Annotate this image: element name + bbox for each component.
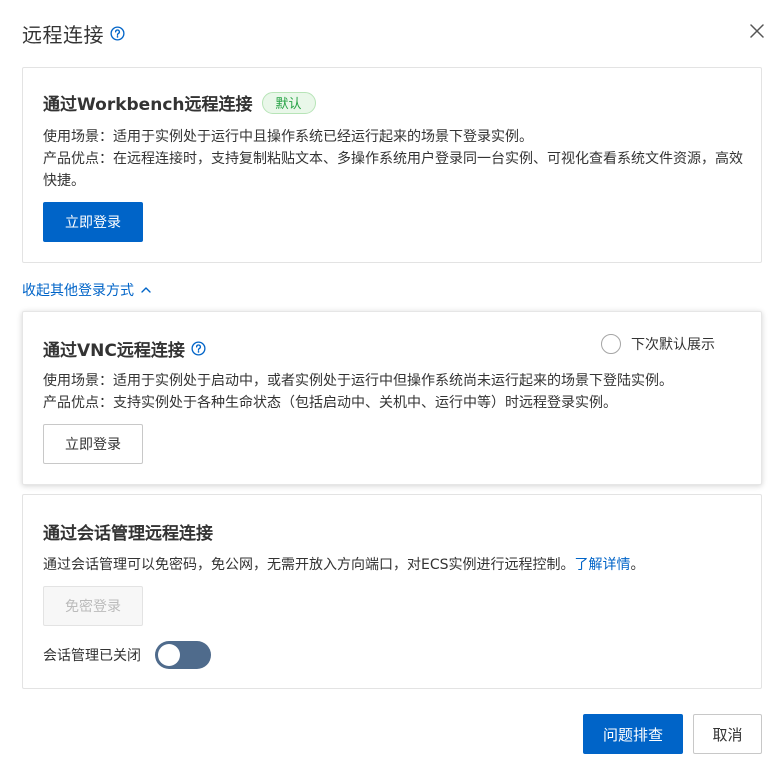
collapse-other-methods-link[interactable]: 收起其他登录方式 [22,280,152,300]
vnc-title: 通过VNC远程连接 [43,341,185,361]
collapse-label: 收起其他登录方式 [22,283,134,299]
session-management-toggle[interactable] [155,641,211,669]
workbench-card: 通过Workbench远程连接 默认 使用场景：适用于实例处于运行中且操作系统已… [22,67,762,263]
chevron-up-icon [141,287,151,293]
vnc-card: 通过VNC远程连接 下次默认展示 使用场景：适用于实例处于启动中，或者实例处于运… [22,311,762,485]
vnc-login-button[interactable]: 立即登录 [43,424,143,464]
session-title-row: 通过会话管理远程连接 [43,519,213,544]
learn-more-link[interactable]: 了解详情 [575,557,631,573]
workbench-description: 使用场景：适用于实例处于运行中且操作系统已经运行起来的场景下登录实例。 产品优点… [43,126,743,192]
session-toggle-label: 会话管理已关闭 [43,648,141,664]
close-icon [750,24,764,38]
troubleshoot-button[interactable]: 问题排查 [583,714,683,754]
vnc-title-row: 通过VNC远程连接 [43,336,206,361]
toggle-knob [158,644,180,666]
workbench-title-row: 通过Workbench远程连接 默认 [43,90,316,115]
cancel-button[interactable]: 取消 [693,714,762,754]
remote-connection-dialog: 远程连接 通过Workbench远程连接 默认 使用场景：适用于实例处于运行中且… [0,0,776,764]
vnc-scenario: 使用场景：适用于实例处于启动中，或者实例处于运行中但操作系统尚未运行起来的场景下… [43,373,673,389]
workbench-advantage: 产品优点：在远程连接时，支持复制粘贴文本、多操作系统用户登录同一台实例、可视化查… [43,151,743,189]
session-card: 通过会话管理远程连接 通过会话管理可以免密码，免公网，无需开放入方向端口，对EC… [22,494,762,689]
passwordless-login-button[interactable]: 免密登录 [43,586,143,626]
close-button[interactable] [746,20,768,42]
question-circle-icon[interactable] [110,25,125,41]
session-desc-text: 通过会话管理可以免密码，免公网，无需开放入方向端口，对ECS实例进行远程控制。 [43,557,575,573]
question-circle-icon[interactable] [191,341,206,356]
vnc-advantage: 产品优点：支持实例处于各种生命状态（包括启动中、关机中、运行中等）时远程登录实例… [43,395,617,411]
session-description: 通过会话管理可以免密码，免公网，无需开放入方向端口，对ECS实例进行远程控制。了… [43,554,743,576]
workbench-title: 通过Workbench远程连接 [43,95,253,115]
vnc-description: 使用场景：适用于实例处于启动中，或者实例处于运行中但操作系统尚未运行起来的场景下… [43,370,743,414]
session-toggle-row: 会话管理已关闭 [43,641,211,669]
default-display-label: 下次默认展示 [631,337,715,353]
default-display-radio[interactable]: 下次默认展示 [601,334,715,354]
dialog-header: 远程连接 [22,20,125,47]
workbench-scenario: 使用场景：适用于实例处于运行中且操作系统已经运行起来的场景下登录实例。 [43,129,533,145]
radio-circle[interactable] [601,334,621,354]
session-title: 通过会话管理远程连接 [43,524,213,544]
workbench-login-button[interactable]: 立即登录 [43,202,143,242]
dialog-title: 远程连接 [22,22,104,47]
default-badge: 默认 [261,91,316,114]
session-desc-suffix: 。 [630,557,645,573]
